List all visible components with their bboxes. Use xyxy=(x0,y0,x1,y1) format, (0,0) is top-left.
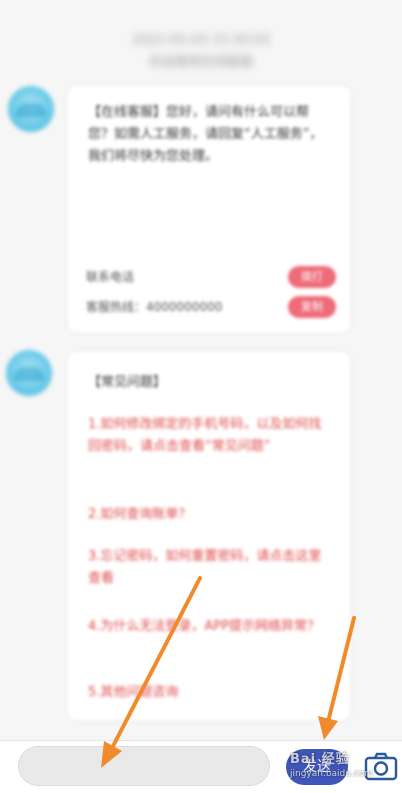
chat-screen: 2021-05-03 15:30:03 欢迎使用在线客服 【在线客服】您好，请问… xyxy=(0,0,402,793)
chat-header-info: 2021-05-03 15:30:03 欢迎使用在线客服 xyxy=(0,30,402,74)
faq-item[interactable]: 1.如何修改绑定的手机号码，以及如何找回密码，请点击查看“常见问题” xyxy=(88,414,328,458)
agent-avatar xyxy=(6,350,52,396)
faq-item[interactable]: 3.忘记密码，如何重置密码，请点击这里查看 xyxy=(88,546,328,590)
camera-icon xyxy=(364,752,398,781)
message-bubble-1: 【在线客服】您好，请问有什么可以帮您？如需人工服务，请回复“人工服务”，我们将尽… xyxy=(68,86,350,332)
faq-item[interactable]: 5.其他问题咨询 xyxy=(88,682,328,704)
send-button[interactable]: 发送 xyxy=(286,749,348,785)
composer-bar: 发送 xyxy=(0,740,402,793)
faq-title: 【常见问题】 xyxy=(88,375,167,390)
faq-item[interactable]: 4.为什么无法登录，APP提示网络异常？ xyxy=(88,616,328,660)
message-input[interactable] xyxy=(18,746,270,786)
contact-label: 客服热线：4000000000 xyxy=(86,300,223,314)
chat-timestamp: 2021-05-03 15:30:03 xyxy=(131,33,271,48)
contact-row-phone: 联系电话 拨打 xyxy=(86,266,336,288)
dial-button[interactable]: 拨打 xyxy=(288,266,336,288)
copy-button[interactable]: 复制 xyxy=(288,296,336,318)
message-bubble-2: 【常见问题】 1.如何修改绑定的手机号码，以及如何找回密码，请点击查看“常见问题… xyxy=(68,352,350,720)
faq-item[interactable]: 2.如何查询账单？ xyxy=(88,504,328,526)
chat-message-area[interactable]: 2021-05-03 15:30:03 欢迎使用在线客服 【在线客服】您好，请问… xyxy=(0,0,402,740)
chat-welcome-notice: 欢迎使用在线客服 xyxy=(148,55,253,70)
agent-avatar xyxy=(8,86,54,132)
camera-button[interactable] xyxy=(364,751,398,781)
message-text: 【在线客服】您好，请问有什么可以帮您？如需人工服务，请回复“人工服务”，我们将尽… xyxy=(88,105,323,164)
contact-row-hotline: 客服热线：4000000000 复制 xyxy=(86,296,336,318)
contact-label: 联系电话 xyxy=(86,270,135,284)
